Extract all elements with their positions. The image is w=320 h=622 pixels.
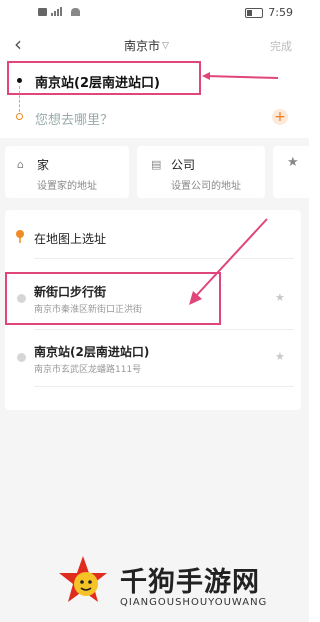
back-arrow-icon[interactable]: ‹ — [8, 33, 28, 55]
start-dot-icon — [17, 78, 22, 83]
home-icon: ⌂ — [17, 158, 24, 171]
company-subtitle: 设置公司的地址 — [171, 181, 241, 192]
status-bar: 7:59 — [0, 0, 309, 26]
select-on-map-button[interactable]: 在地图上选址 — [34, 230, 106, 247]
star-icon: ★ — [287, 155, 299, 170]
plus-icon[interactable]: + — [272, 109, 288, 125]
divider — [34, 329, 294, 330]
start-location-field[interactable]: 南京站(2层南进站口) — [35, 72, 160, 91]
status-time: 7:59 — [268, 6, 293, 19]
company-title: 公司 — [171, 158, 196, 172]
route-connector — [19, 86, 21, 112]
home-shortcut-card[interactable]: ⌂ 家 设置家的地址 — [5, 146, 129, 198]
signal-icon — [51, 7, 67, 16]
map-pin-icon — [16, 230, 24, 243]
city-label: 南京市 — [124, 39, 161, 53]
status-icons-left — [38, 7, 80, 16]
destination-input[interactable]: 您想去哪里？ — [35, 109, 113, 128]
clock-icon — [17, 353, 26, 362]
divider — [34, 386, 294, 387]
history-item-title-2[interactable]: 南京站(2层南进站口) — [34, 343, 149, 360]
done-button[interactable]: 完成 — [270, 38, 292, 54]
status-icons-right: 7:59 — [245, 6, 293, 19]
home-subtitle: 设置家的地址 — [37, 181, 97, 192]
city-selector[interactable]: 南京市 ▽ — [124, 37, 169, 54]
briefcase-icon: ▤ — [151, 158, 162, 171]
history-item-address-2: 南京市玄武区龙蟠路111号 — [34, 365, 142, 375]
star-icon[interactable]: ★ — [275, 350, 285, 363]
home-title: 家 — [37, 158, 50, 172]
annotation-arrow-start — [202, 72, 279, 80]
annotation-arrow-history — [189, 218, 268, 305]
watermark-logo — [59, 556, 107, 602]
battery-icon — [245, 7, 264, 18]
watermark-subtitle: QIANGOUSHOUYOUWANG — [120, 597, 268, 608]
watermark-title: 千狗手游网 — [120, 567, 260, 598]
chevron-down-icon: ▽ — [162, 40, 169, 51]
wifi-icon — [71, 7, 80, 16]
destination-dot-icon — [16, 113, 23, 120]
star-icon[interactable]: ★ — [275, 291, 285, 304]
favorites-card[interactable]: ★ — [273, 146, 313, 198]
notification-icon — [38, 7, 47, 16]
company-shortcut-card[interactable]: ▤ 公司 设置公司的地址 — [137, 146, 265, 198]
